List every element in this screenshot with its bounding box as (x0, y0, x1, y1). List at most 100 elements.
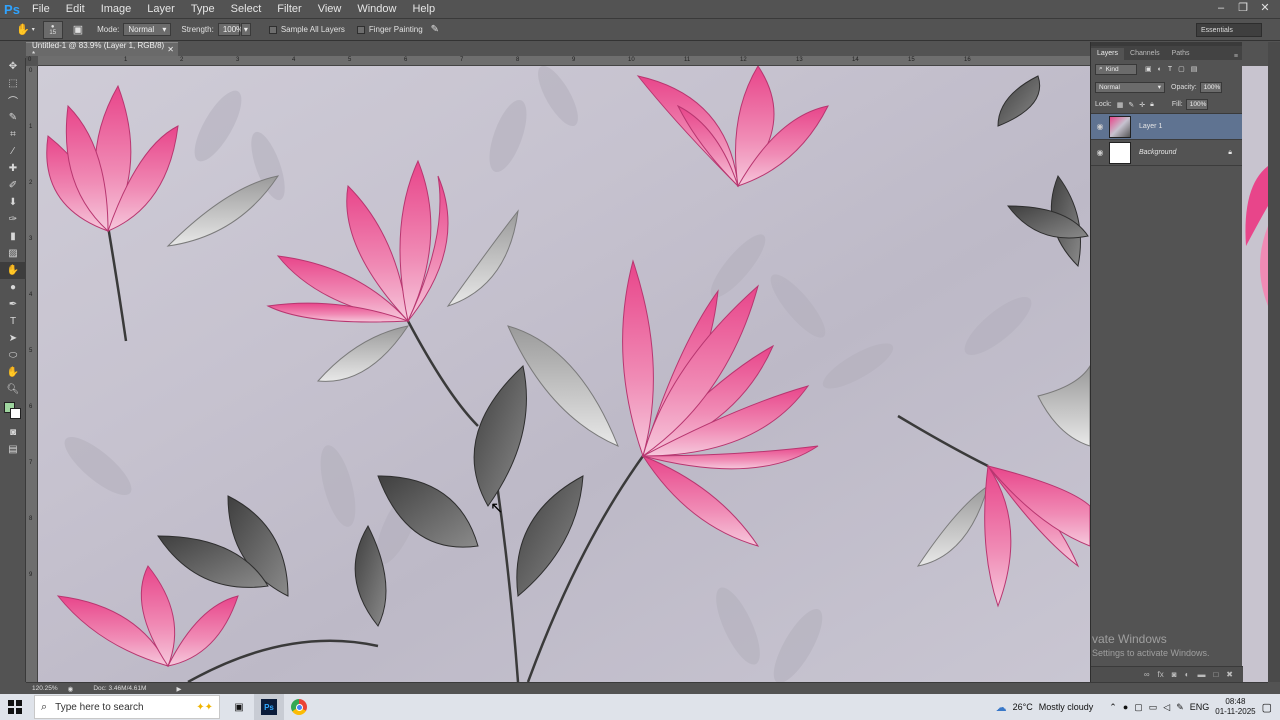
brush-preset-picker[interactable]: ● 15 (42, 20, 63, 39)
brush-tool-icon[interactable]: ✐ (0, 177, 26, 194)
document-canvas-overflow[interactable] (1242, 66, 1268, 682)
chrome-taskbar-icon[interactable] (284, 694, 314, 720)
menu-select[interactable]: Select (223, 3, 270, 15)
scrollbar-vertical[interactable] (1268, 42, 1280, 682)
weather-temp[interactable]: 26°C (1013, 702, 1033, 712)
document-tab[interactable]: Untitled-1 @ 83.9% (Layer 1, RGB/8) * ✕ (26, 41, 178, 59)
network-icon[interactable]: ▢ (1134, 702, 1143, 713)
filter-type-icon[interactable]: T (1168, 66, 1172, 73)
tab-channels[interactable]: Channels (1124, 48, 1166, 60)
ruler-vertical[interactable]: 0 1 2 3 4 5 6 7 8 9 (26, 66, 38, 682)
pen-tool-icon[interactable]: ✒ (0, 296, 26, 313)
minimize-icon[interactable]: – (1210, 0, 1232, 16)
lasso-tool-icon[interactable]: ⌒ (0, 92, 26, 109)
brush-panel-icon[interactable]: ▣ (73, 23, 83, 36)
ruler-horizontal[interactable]: 0 1 2 3 4 5 6 7 8 9 10 11 12 13 14 15 16 (28, 56, 1090, 66)
crop-tool-icon[interactable]: ⌗ (0, 126, 26, 143)
gradient-tool-icon[interactable]: ▨ (0, 245, 26, 262)
zoom-level[interactable]: 120.25% (32, 685, 58, 692)
fill-input[interactable]: 100% (1185, 99, 1208, 110)
photoshop-logo[interactable]: Ps (0, 2, 24, 17)
notification-icon[interactable]: ▢ (1262, 701, 1272, 714)
info-icon[interactable]: ◉ (68, 685, 74, 693)
smudge-tool-icon[interactable]: ✋ (0, 262, 26, 279)
mode-dropdown[interactable]: Normal ▾ (123, 23, 172, 36)
type-tool-icon[interactable]: T (0, 313, 26, 330)
smudge-tool-icon[interactable]: ✋ (16, 23, 30, 36)
quick-mask-icon[interactable]: ◙ (0, 424, 26, 441)
photoshop-taskbar-icon[interactable]: Ps (254, 694, 284, 720)
tab-paths[interactable]: Paths (1166, 48, 1196, 60)
filter-kind-dropdown[interactable]: ⌕ Kind (1095, 63, 1137, 75)
strength-slider-button[interactable]: ▾ (240, 23, 251, 36)
marquee-tool-icon[interactable]: ⬚ (0, 75, 26, 92)
lock-position-icon[interactable]: ✛ (1139, 101, 1145, 109)
menu-image[interactable]: Image (93, 3, 140, 15)
clock[interactable]: 08:48 01-11-2025 (1215, 697, 1255, 717)
menu-window[interactable]: Window (349, 3, 404, 15)
menu-edit[interactable]: Edit (58, 3, 93, 15)
taskbar-search-box[interactable]: ⌕ Type here to search ✦✦ (34, 695, 220, 719)
opacity-input[interactable]: 100% (1199, 81, 1222, 93)
menu-file[interactable]: File (24, 3, 58, 15)
path-selection-tool-icon[interactable]: ➤ (0, 330, 26, 347)
eye-icon[interactable]: ◉ (1091, 148, 1109, 157)
filter-shape-icon[interactable]: ▢ (1178, 65, 1185, 73)
status-menu-arrow-icon[interactable]: ▶ (176, 685, 181, 693)
layer-row-background[interactable]: ◉ Background 🔒︎ (1091, 140, 1242, 166)
zoom-tool-icon[interactable]: 🔍︎ (0, 381, 26, 398)
new-layer-icon[interactable]: □ (1213, 670, 1218, 679)
menu-layer[interactable]: Layer (139, 3, 183, 15)
microphone-icon[interactable]: ● (1123, 702, 1128, 712)
tab-layers[interactable]: Layers (1091, 48, 1125, 60)
restore-icon[interactable]: ❐ (1232, 0, 1254, 16)
eraser-tool-icon[interactable]: ▮ (0, 228, 26, 245)
layer-row-layer-1[interactable]: ◉ Layer 1 (1091, 114, 1242, 140)
pressure-icon[interactable]: ✎ (431, 24, 439, 35)
close-icon[interactable]: ✕ (1254, 0, 1276, 16)
layer-style-icon[interactable]: fx (1158, 670, 1164, 679)
link-layers-icon[interactable]: ∞ (1144, 670, 1150, 679)
strength-input[interactable]: 100% (217, 23, 243, 36)
workspace-switcher[interactable]: Essentials (1196, 23, 1262, 37)
screen-mode-icon[interactable]: ▤ (0, 441, 26, 458)
filter-pixel-icon[interactable]: ▣ (1145, 65, 1152, 73)
shape-tool-icon[interactable]: ⬭ (0, 347, 26, 364)
add-mask-icon[interactable]: ◙ (1172, 670, 1177, 679)
clone-stamp-tool-icon[interactable]: ⬇ (0, 194, 26, 211)
document-canvas[interactable]: ↖ (38, 66, 1090, 682)
lock-pixels-icon[interactable]: ✎ (1128, 101, 1134, 109)
lock-transparent-icon[interactable]: ▦ (1117, 101, 1124, 109)
finger-painting-checkbox[interactable] (356, 25, 365, 34)
move-tool-icon[interactable]: ✥ (0, 58, 26, 75)
sample-all-layers-checkbox[interactable] (268, 25, 277, 34)
quick-selection-tool-icon[interactable]: ✎ (0, 109, 26, 126)
battery-icon[interactable]: ▭ (1149, 702, 1158, 713)
menu-view[interactable]: View (310, 3, 350, 15)
task-view-icon[interactable]: ▣ (224, 694, 254, 720)
menu-filter[interactable]: Filter (269, 3, 309, 15)
windows-start-icon[interactable] (0, 694, 30, 720)
filter-adjustment-icon[interactable]: ◐ (1158, 66, 1162, 73)
filter-smart-object-icon[interactable]: ▤ (1191, 65, 1198, 73)
eye-icon[interactable]: ◉ (1091, 122, 1109, 131)
history-brush-tool-icon[interactable]: ✑ (0, 211, 26, 228)
volume-icon[interactable]: ◁ (1163, 702, 1170, 713)
menu-type[interactable]: Type (183, 3, 223, 15)
menu-help[interactable]: Help (404, 3, 443, 15)
weather-icon[interactable]: ☁ (996, 701, 1007, 714)
panel-menu-icon[interactable]: ≡ (1234, 53, 1238, 60)
language-indicator[interactable]: ENG (1190, 702, 1210, 712)
eyedropper-tool-icon[interactable]: ∕ (0, 143, 26, 160)
chevron-down-icon[interactable]: ▾ (32, 26, 35, 33)
adjustment-layer-icon[interactable]: ◐ (1185, 670, 1190, 679)
blend-mode-dropdown[interactable]: Normal ▾ (1095, 81, 1165, 93)
background-color-swatch[interactable] (10, 408, 21, 419)
trash-icon[interactable]: ✖ (1226, 670, 1233, 679)
healing-brush-tool-icon[interactable]: ✚ (0, 160, 26, 177)
chevron-up-icon[interactable]: ⌃ (1109, 702, 1117, 713)
hand-tool-icon[interactable]: ✋ (0, 364, 26, 381)
lock-all-icon[interactable]: 🔒︎ (1150, 101, 1154, 109)
dodge-tool-icon[interactable]: ● (0, 279, 26, 296)
close-tab-icon[interactable]: ✕ (167, 45, 174, 54)
